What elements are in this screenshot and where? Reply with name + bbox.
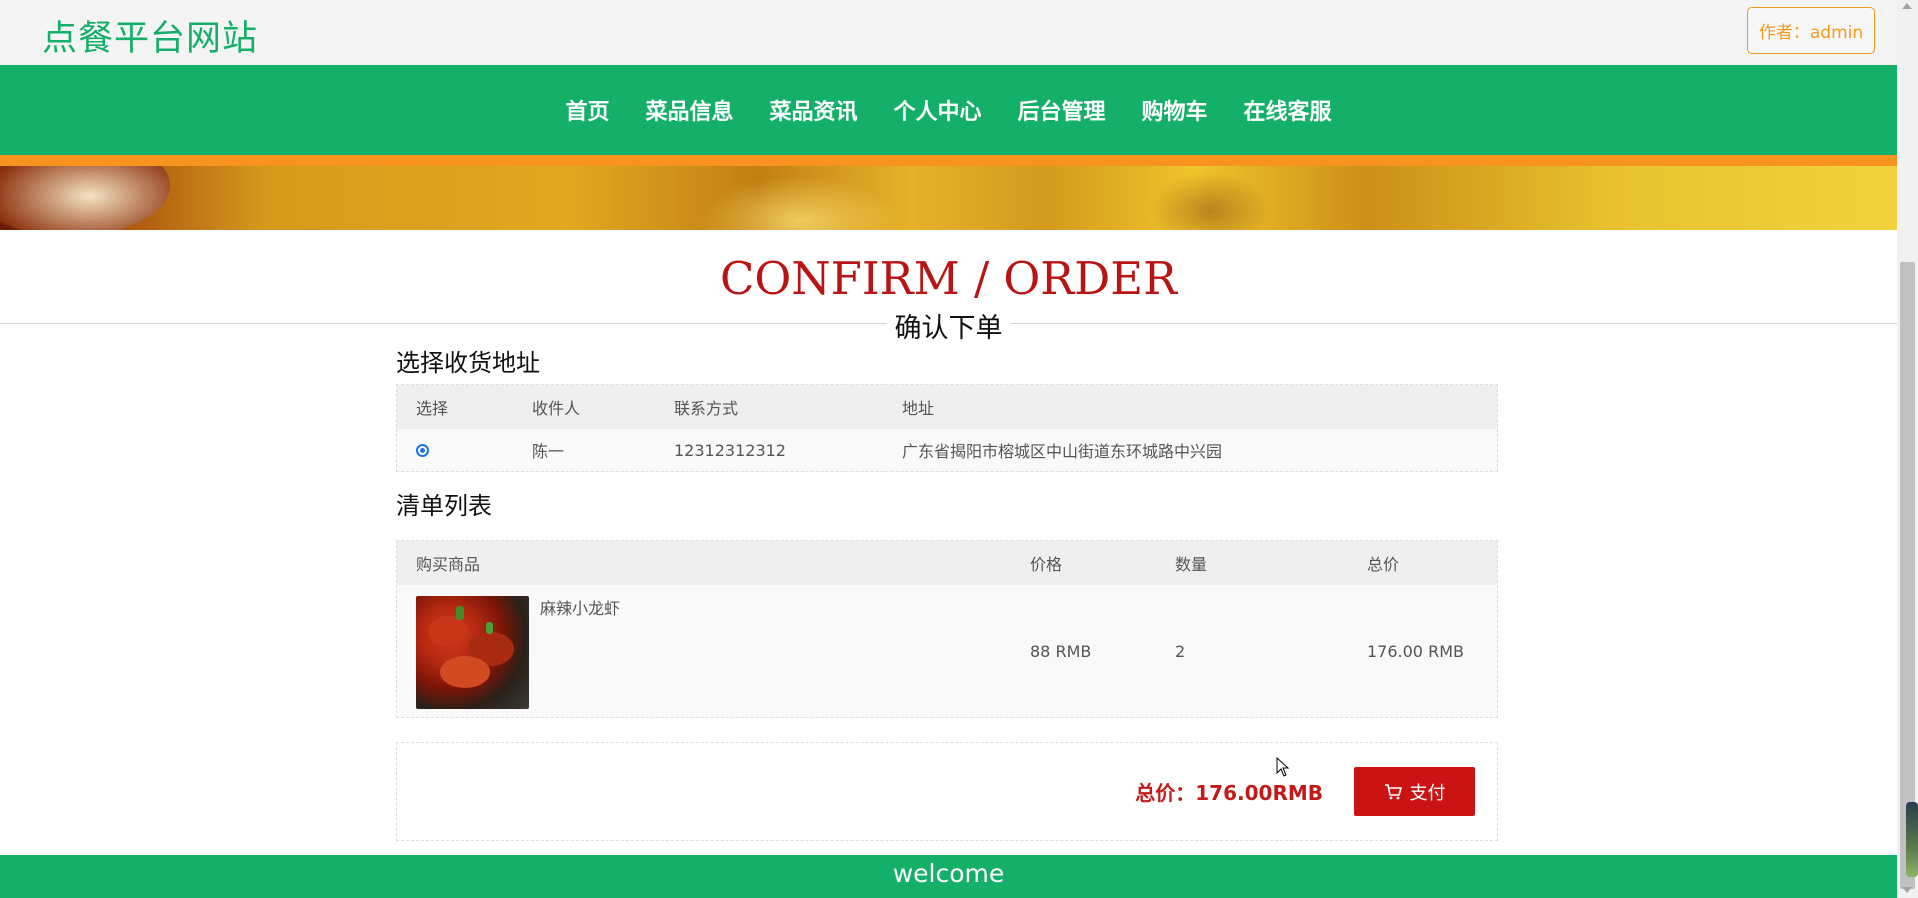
- footer-bar: welcome: [0, 855, 1897, 898]
- pay-button[interactable]: 支付: [1354, 767, 1475, 816]
- page-heading: CONFIRM / ORDER 确认下单: [0, 230, 1897, 345]
- author-button[interactable]: 作者：admin: [1747, 7, 1875, 54]
- address-radio-button[interactable]: [416, 443, 429, 457]
- item-name[interactable]: 麻辣小龙虾: [540, 595, 620, 619]
- footer-text: welcome: [892, 859, 1005, 888]
- column-header-address: 地址: [902, 399, 935, 418]
- nav-item-cart[interactable]: 购物车: [1124, 65, 1226, 155]
- nav-item-news[interactable]: 菜品资讯: [751, 65, 875, 155]
- order-item-row: 麻辣小龙虾 88 RMB 2 176.00 RMB: [397, 585, 1497, 717]
- page-title-chinese: 确认下单: [886, 306, 1011, 345]
- site-title[interactable]: 点餐平台网站: [42, 10, 258, 61]
- address-table: 选择 收件人 联系方式 地址 陈一 12312312312 广东省揭阳市榕城区中…: [396, 384, 1498, 472]
- nav-item-home[interactable]: 首页: [547, 65, 627, 155]
- list-section-title: 清单列表: [396, 492, 492, 520]
- column-header-recipient: 收件人: [532, 399, 581, 418]
- nav-accent-stripe: [0, 155, 1897, 166]
- main-nav: 首页 菜品信息 菜品资讯 个人中心 后台管理 购物车 在线客服: [0, 65, 1897, 155]
- banner-image: [0, 166, 1897, 230]
- item-quantity: 2: [1175, 641, 1186, 661]
- order-list-header: 购买商品 价格 数量 总价: [397, 541, 1497, 585]
- recipient-name: 陈一: [532, 442, 565, 461]
- item-total: 176.00 RMB: [1367, 641, 1464, 661]
- nav-item-admin[interactable]: 后台管理: [1000, 65, 1124, 155]
- order-total: 总价：176.00RMB: [1135, 781, 1323, 805]
- nav-item-dishes[interactable]: 菜品信息: [627, 65, 751, 155]
- floating-widget[interactable]: [1906, 802, 1918, 877]
- payment-box: 总价：176.00RMB 支付: [396, 742, 1498, 841]
- top-bar: 点餐平台网站 作者：admin: [0, 0, 1897, 65]
- address-row[interactable]: 陈一 12312312312 广东省揭阳市榕城区中山街道东环城路中兴园: [397, 429, 1497, 471]
- scroll-down-arrow-icon[interactable]: [1902, 887, 1912, 893]
- page-title-english: CONFIRM / ORDER: [719, 252, 1177, 305]
- pay-button-label: 支付: [1409, 782, 1446, 804]
- column-header-select: 选择: [416, 399, 449, 418]
- scroll-up-arrow-icon[interactable]: [1902, 3, 1912, 9]
- cart-icon: [1384, 783, 1402, 799]
- address-radio-cell[interactable]: [416, 429, 429, 471]
- column-header-item: 购买商品: [416, 555, 481, 574]
- column-header-total: 总价: [1367, 555, 1400, 574]
- recipient-phone: 12312312312: [674, 440, 786, 460]
- nav-item-profile[interactable]: 个人中心: [875, 65, 999, 155]
- nav-item-service[interactable]: 在线客服: [1226, 65, 1350, 155]
- scrollbar-thumb[interactable]: [1900, 262, 1915, 889]
- recipient-address: 广东省揭阳市榕城区中山街道东环城路中兴园: [902, 442, 1223, 461]
- address-table-header: 选择 收件人 联系方式 地址: [397, 385, 1497, 429]
- page-scrollbar[interactable]: [1897, 0, 1918, 898]
- crayfish-photo[interactable]: [416, 596, 529, 709]
- order-list-table: 购买商品 价格 数量 总价 麻辣小龙虾 88 RMB 2 176.00 RMB: [396, 540, 1498, 718]
- address-section-title: 选择收货地址: [396, 349, 540, 377]
- column-header-phone: 联系方式: [674, 399, 739, 418]
- column-header-quantity: 数量: [1175, 555, 1208, 574]
- item-price: 88 RMB: [1030, 641, 1092, 661]
- mouse-cursor-icon: [1276, 757, 1290, 777]
- column-header-price: 价格: [1030, 555, 1063, 574]
